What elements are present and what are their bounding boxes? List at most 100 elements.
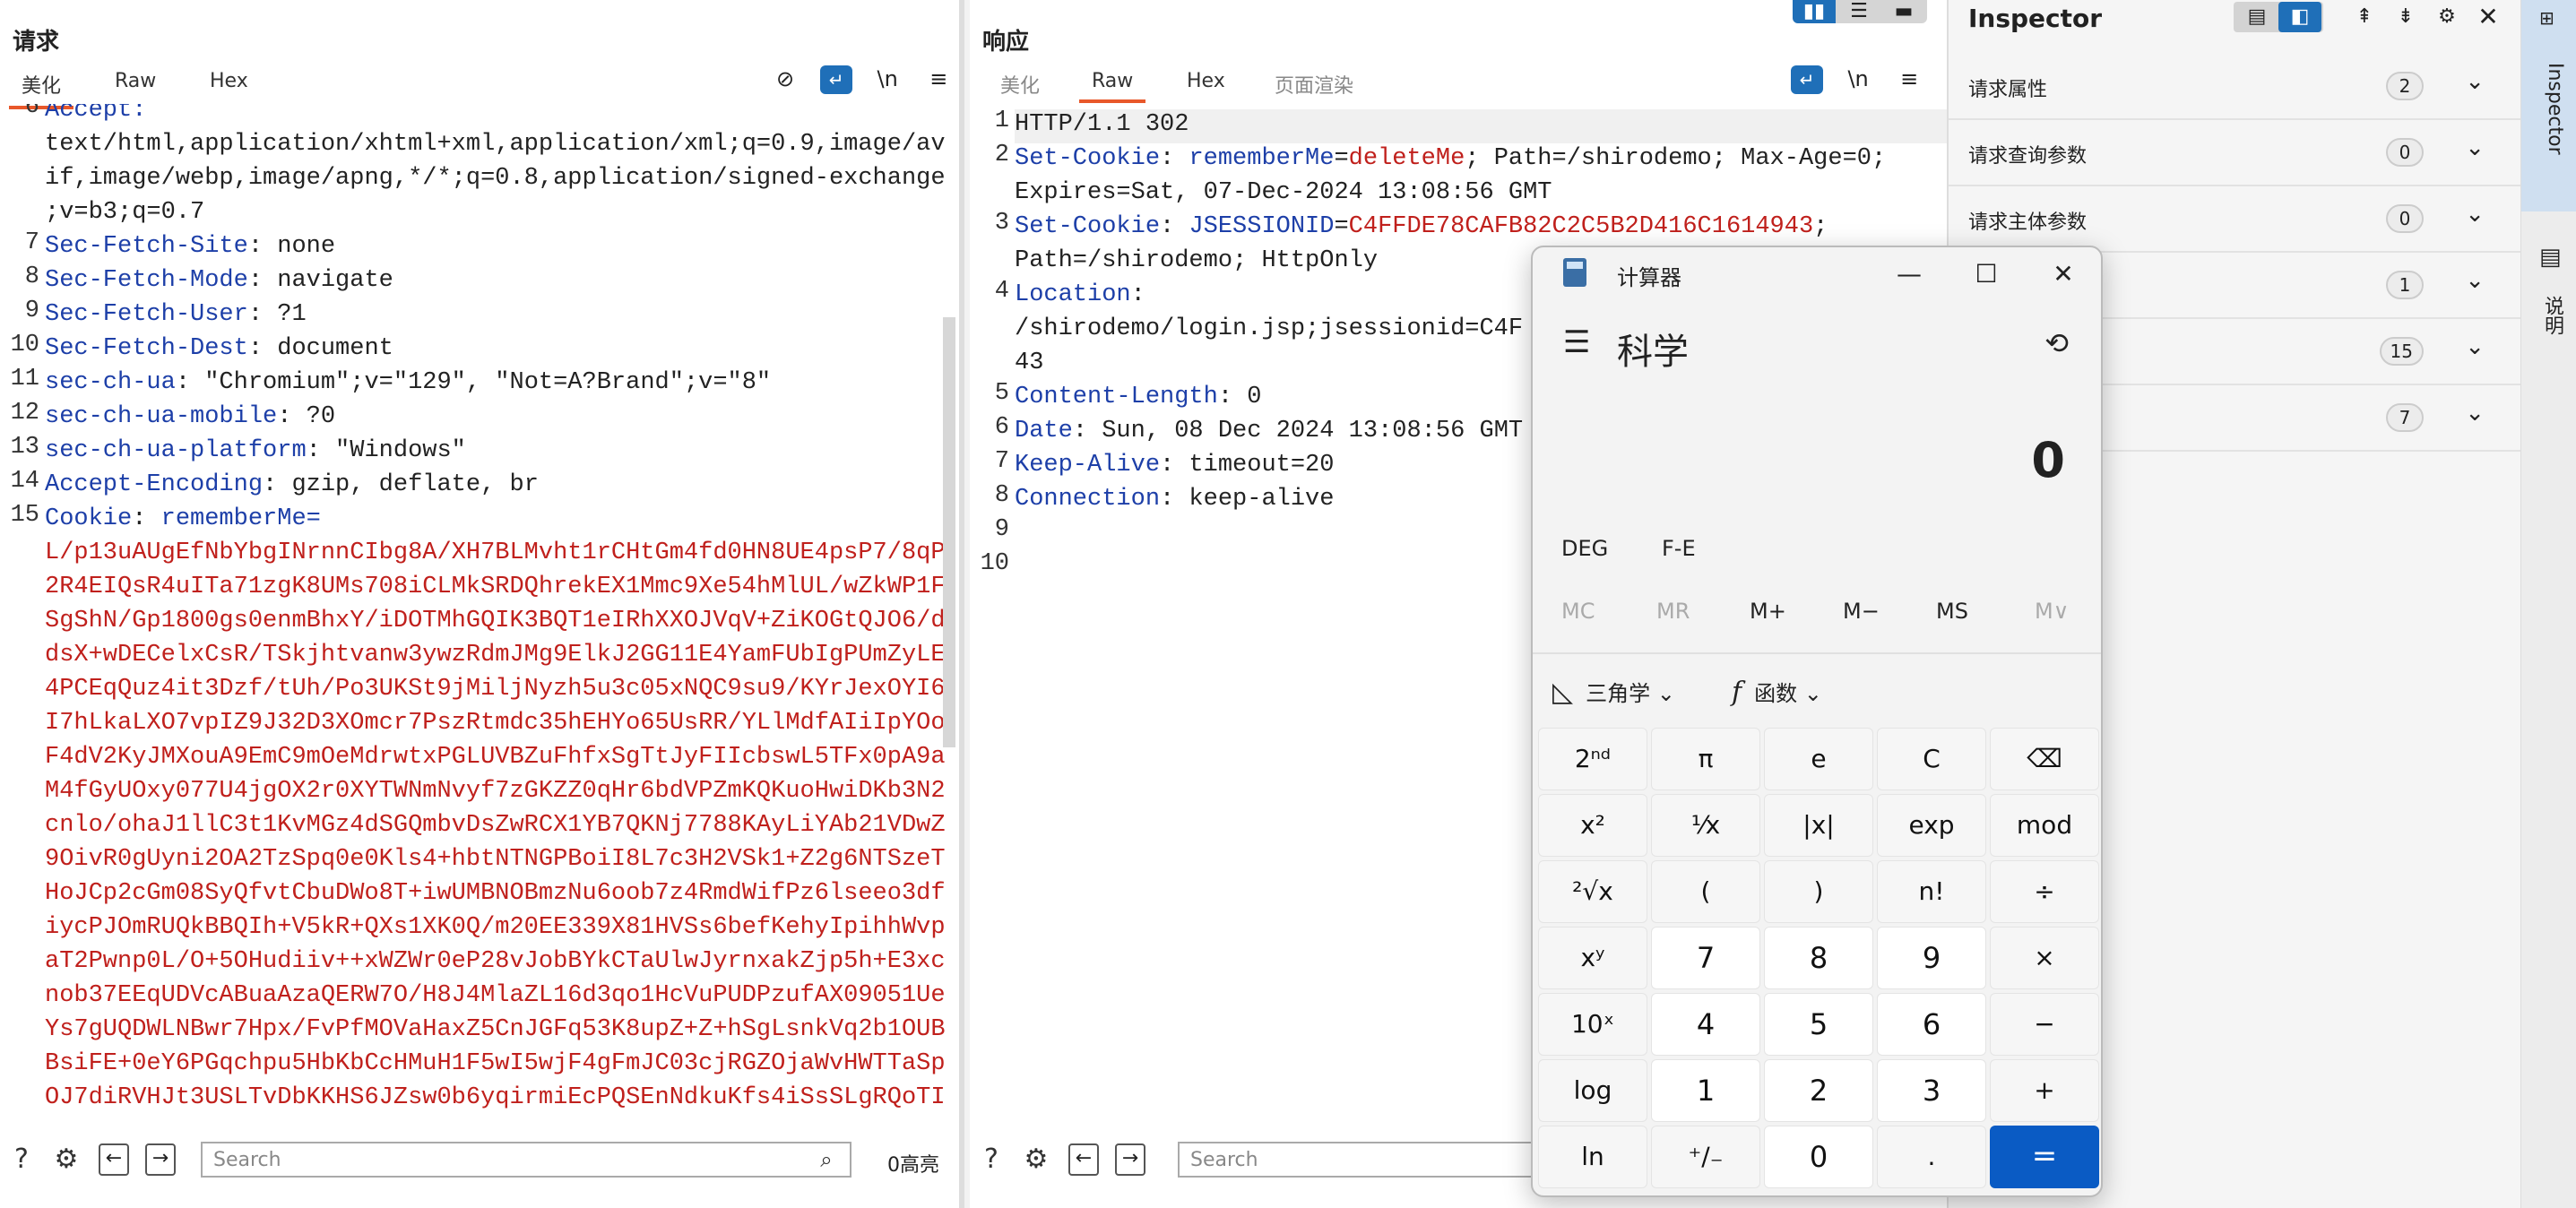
maximize-icon[interactable]: ☐ [1968, 256, 2004, 292]
e-button[interactable]: e [1764, 728, 1873, 790]
newline-toggle[interactable]: \n [1842, 65, 1874, 93]
ln-button[interactable]: ln [1538, 1126, 1647, 1188]
memory-list-button[interactable]: M∨ [2035, 599, 2069, 624]
request-editor[interactable]: 6 7 8 9 10 11 12 13 14 15 Accept: text/html,applic… [0, 104, 959, 1109]
digit-2-button[interactable]: 2 [1764, 1059, 1873, 1122]
tab-response-raw[interactable]: Raw [1078, 70, 1146, 103]
mod-button[interactable]: mod [1990, 794, 2099, 857]
exp-button[interactable]: exp [1877, 794, 1986, 857]
pi-button[interactable]: π [1651, 728, 1760, 790]
request-code[interactable]: Accept: text/html,application/xhtml+xml,a… [45, 104, 946, 1109]
chevron-down-icon[interactable]: ⌄ [2465, 400, 2485, 427]
memory-subtract-button[interactable]: M− [1843, 599, 1880, 624]
inspector-row-body-params[interactable]: 请求主体参数 0 ⌄ [1949, 186, 2520, 253]
ten-power-button[interactable]: 10ˣ [1538, 993, 1647, 1056]
equals-button[interactable]: = [1990, 1126, 2099, 1188]
digit-6-button[interactable]: 6 [1877, 993, 1986, 1056]
wrap-icon[interactable]: ↵ [1791, 65, 1823, 94]
gear-icon[interactable]: ⚙ [2425, 2, 2468, 32]
clear-button[interactable]: C [1877, 728, 1986, 790]
add-button[interactable]: + [1990, 1059, 2099, 1122]
arrow-right-icon[interactable]: → [1115, 1143, 1145, 1176]
inspector-row-query-params[interactable]: 请求查询参数 0 ⌄ [1949, 120, 2520, 186]
layout-single-icon[interactable]: ▬ [1882, 0, 1925, 23]
abs-button[interactable]: |x| [1764, 794, 1873, 857]
chevron-down-icon[interactable]: ⌄ [2465, 134, 2485, 161]
digit-0-button[interactable]: 0 [1764, 1126, 1873, 1188]
digit-4-button[interactable]: 4 [1651, 993, 1760, 1056]
decimal-button[interactable]: . [1877, 1126, 1986, 1188]
arrow-left-icon[interactable]: ← [1068, 1143, 1099, 1176]
fe-button[interactable]: F-E [1662, 536, 1696, 561]
chevron-down-icon[interactable]: ⌄ [2465, 68, 2485, 95]
code-token: rememberMe [1189, 145, 1335, 172]
side-rail-notes[interactable]: 说明 [2530, 296, 2566, 335]
eye-slash-icon[interactable]: ⊘ [769, 65, 801, 93]
expand-all-icon[interactable]: ⇞ [2343, 2, 2386, 32]
digit-5-button[interactable]: 5 [1764, 993, 1873, 1056]
hamburger-icon[interactable]: ☰ [1563, 324, 1590, 360]
trig-dropdown[interactable]: ◺ 三角学 ⌄ [1552, 676, 1675, 708]
multiply-button[interactable]: × [1990, 927, 2099, 989]
layout-horizontal-icon[interactable]: ☰ [1837, 0, 1880, 23]
digit-7-button[interactable]: 7 [1651, 927, 1760, 989]
log-button[interactable]: log [1538, 1059, 1647, 1122]
tab-request-raw[interactable]: Raw [115, 70, 156, 92]
square-button[interactable]: x² [1538, 794, 1647, 857]
memory-recall-button[interactable]: MR [1656, 599, 1690, 624]
wrap-icon[interactable]: ↵ [820, 65, 853, 94]
collapse-all-icon[interactable]: ⇟ [2384, 2, 2427, 32]
tab-response-hex[interactable]: Hex [1187, 70, 1225, 92]
arrow-right-icon[interactable]: → [145, 1143, 176, 1176]
tab-request-pretty[interactable]: 美化 [8, 70, 74, 109]
inspector-row-request-attributes[interactable]: 请求属性 2 ⌄ [1949, 54, 2520, 120]
gear-icon[interactable]: ⚙ [48, 1142, 84, 1178]
memory-clear-button[interactable]: MC [1561, 599, 1595, 624]
divide-button[interactable]: ÷ [1990, 860, 2099, 923]
help-icon[interactable]: ? [4, 1142, 39, 1178]
calculator-titlebar[interactable]: 计算器 — ☐ ✕ [1533, 247, 2101, 301]
help-icon[interactable]: ? [973, 1142, 1009, 1178]
backspace-button[interactable]: ⌫ [1990, 728, 2099, 790]
request-scrollbar[interactable] [943, 317, 955, 747]
factorial-button[interactable]: n! [1877, 860, 1986, 923]
minimize-icon[interactable]: — [1891, 256, 1927, 292]
second-button[interactable]: 2ⁿᵈ [1538, 728, 1647, 790]
negate-button[interactable]: ⁺∕₋ [1651, 1126, 1760, 1188]
subtract-button[interactable]: − [1990, 993, 2099, 1056]
digit-1-button[interactable]: 1 [1651, 1059, 1760, 1122]
newline-toggle[interactable]: \n [871, 65, 903, 93]
open-paren-button[interactable]: ( [1651, 860, 1760, 923]
digit-8-button[interactable]: 8 [1764, 927, 1873, 989]
close-paren-button[interactable]: ) [1764, 860, 1873, 923]
memory-add-button[interactable]: M+ [1750, 599, 1786, 624]
request-search-input[interactable]: Search [201, 1142, 851, 1178]
tab-response-render[interactable]: 页面渲染 [1275, 70, 1353, 99]
close-icon[interactable]: ✕ [2467, 2, 2510, 32]
menu-icon[interactable]: ≡ [922, 65, 955, 93]
reciprocal-button[interactable]: ¹⁄x [1651, 794, 1760, 857]
layout-split-icon[interactable]: ▮▮ [1793, 0, 1836, 23]
tab-request-hex[interactable]: Hex [210, 70, 248, 92]
request-toolbar: ⊘ ↵ \n ≡ [755, 65, 955, 97]
gear-icon[interactable]: ⚙ [1018, 1142, 1054, 1178]
side-rail-inspector[interactable]: Inspector [2530, 63, 2566, 155]
menu-icon[interactable]: ≡ [1893, 65, 1925, 93]
tab-response-pretty[interactable]: 美化 [1000, 70, 1040, 99]
digit-9-button[interactable]: 9 [1877, 927, 1986, 989]
function-dropdown[interactable]: f 函数 ⌄ [1732, 676, 1822, 708]
arrow-left-icon[interactable]: ← [99, 1143, 129, 1176]
angle-mode-button[interactable]: DEG [1561, 536, 1608, 561]
digit-3-button[interactable]: 3 [1877, 1059, 1986, 1122]
power-button[interactable]: xʸ [1538, 927, 1647, 989]
chevron-down-icon[interactable]: ⌄ [2465, 267, 2485, 294]
chevron-down-icon[interactable]: ⌄ [2465, 333, 2485, 360]
code-token: BsiFE+0eY6PGqchpu5HbKbCcHMuH1F5wI5wjF4gF… [45, 1050, 946, 1077]
inspector-layout-a-icon[interactable]: ▤ [2235, 2, 2278, 32]
close-icon[interactable]: ✕ [2045, 256, 2081, 292]
memory-store-button[interactable]: MS [1936, 599, 1968, 624]
chevron-down-icon[interactable]: ⌄ [2465, 201, 2485, 228]
sqrt-button[interactable]: ²√x [1538, 860, 1647, 923]
history-icon[interactable]: ⟲ [2044, 326, 2069, 360]
inspector-layout-b-icon[interactable]: ◧ [2278, 2, 2321, 32]
